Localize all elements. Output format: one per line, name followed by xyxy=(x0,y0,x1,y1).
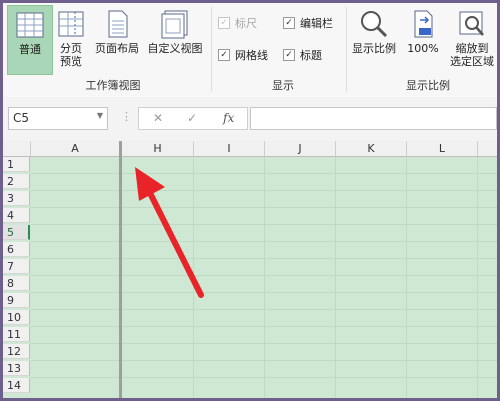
headings-label: 标题 xyxy=(300,49,322,62)
row-header[interactable]: 9 xyxy=(3,293,30,308)
ribbon-divider xyxy=(211,7,212,91)
column-header-h[interactable]: H xyxy=(122,141,194,157)
zoom-to-selection-button[interactable]: 缩放到 选定区域 xyxy=(449,5,495,73)
name-box-value: C5 xyxy=(13,111,30,125)
insert-function-icon[interactable]: fx xyxy=(223,111,234,125)
row-header[interactable]: 10 xyxy=(3,310,30,325)
ribbon-divider xyxy=(346,7,347,91)
gridlines-check-icon: ✓ xyxy=(218,49,230,61)
page-layout-icon xyxy=(102,9,132,39)
zoom-100-label: 100% xyxy=(407,42,439,55)
headings-checkbox[interactable]: ✓ 标题 xyxy=(283,47,322,63)
zoom-button[interactable]: 显示比例 xyxy=(349,5,399,73)
custom-views-button[interactable]: 自定义视图 xyxy=(143,5,207,73)
ruler-check-icon: ✓ xyxy=(218,17,230,29)
row-header[interactable]: 1 xyxy=(3,157,30,172)
column-gridline xyxy=(477,157,478,398)
page-layout-label: 页面布局 xyxy=(95,42,139,55)
formula-bar-checkbox[interactable]: ✓ 编辑栏 xyxy=(283,15,333,31)
formula-bar-area: C5 ▼ ⋮ ✕ ✓ fx xyxy=(3,97,497,141)
show-group-label: 显示 xyxy=(272,79,294,92)
page-break-preview-label: 分页 预览 xyxy=(60,42,82,68)
enter-icon[interactable]: ✓ xyxy=(187,111,197,125)
gridlines-label: 网格线 xyxy=(235,49,268,62)
magnifier-icon xyxy=(359,9,389,39)
ruler-checkbox[interactable]: ✓ 标尺 xyxy=(218,15,257,31)
zoom-group-label: 显示比例 xyxy=(406,79,450,92)
formula-buttons: ✕ ✓ fx xyxy=(138,107,248,130)
row-header[interactable]: 3 xyxy=(3,191,30,206)
formula-bar-check-icon: ✓ xyxy=(283,17,295,29)
gridlines-checkbox[interactable]: ✓ 网格线 xyxy=(218,47,268,63)
formula-bar-label: 编辑栏 xyxy=(300,17,333,30)
excel-window: 普通 分页 预览 页面布局 自定义视图 工作簿视图 ✓ 标尺 ✓ 编辑栏 ✓ 网… xyxy=(3,3,497,398)
zoom-label: 显示比例 xyxy=(352,42,396,55)
column-gridline xyxy=(264,157,265,398)
column-header-k[interactable]: K xyxy=(336,141,407,157)
column-header-l[interactable]: L xyxy=(407,141,478,157)
view-ribbon: 普通 分页 预览 页面布局 自定义视图 工作簿视图 ✓ 标尺 ✓ 编辑栏 ✓ 网… xyxy=(3,3,497,98)
formula-input[interactable] xyxy=(250,107,497,130)
row-header[interactable]: 4 xyxy=(3,208,30,223)
workbook-views-group-label: 工作簿视图 xyxy=(85,79,141,92)
column-gridline xyxy=(335,157,336,398)
row-header[interactable]: 11 xyxy=(3,327,30,342)
zoom-100-button[interactable]: 100% xyxy=(403,5,443,73)
row-header[interactable]: 2 xyxy=(3,174,30,189)
zoom-100-icon xyxy=(408,9,438,39)
row-header[interactable]: 13 xyxy=(3,361,30,376)
headings-check-icon: ✓ xyxy=(283,49,295,61)
worksheet-grid[interactable]: A H I J K L 1 2 3 4 5 6 7 8 9 10 11 12 1… xyxy=(3,141,497,398)
column-header-overflow xyxy=(478,141,497,157)
custom-views-label: 自定义视图 xyxy=(147,42,203,55)
normal-view-button[interactable]: 普通 xyxy=(7,5,53,75)
row-header[interactable]: 7 xyxy=(3,259,30,274)
column-header-i[interactable]: I xyxy=(194,141,265,157)
row-header[interactable]: 8 xyxy=(3,276,30,291)
row-header[interactable]: 6 xyxy=(3,242,30,257)
normal-view-icon xyxy=(15,10,45,40)
zoom-to-selection-icon xyxy=(457,9,487,39)
normal-view-label: 普通 xyxy=(19,43,41,56)
page-layout-button[interactable]: 页面布局 xyxy=(91,5,143,73)
column-header-a[interactable]: A xyxy=(31,141,120,157)
ruler-label: 标尺 xyxy=(235,17,257,30)
drag-handle-icon[interactable]: ⋮ xyxy=(121,110,132,123)
row-header[interactable]: 12 xyxy=(3,344,30,359)
page-break-preview-icon xyxy=(56,9,86,39)
column-gridline xyxy=(406,157,407,398)
select-all-corner[interactable] xyxy=(3,141,31,157)
zoom-to-selection-label: 缩放到 选定区域 xyxy=(450,42,494,68)
name-box[interactable]: C5 ▼ xyxy=(8,107,108,130)
red-arrow-annotation xyxy=(135,167,204,298)
row-header[interactable]: 14 xyxy=(3,378,30,393)
freeze-pane-divider[interactable] xyxy=(119,141,122,398)
cancel-icon[interactable]: ✕ xyxy=(153,111,163,125)
page-break-preview-button[interactable]: 分页 预览 xyxy=(53,5,89,73)
custom-views-icon xyxy=(160,9,190,39)
column-header-j[interactable]: J xyxy=(265,141,336,157)
row-header-selected[interactable]: 5 xyxy=(3,225,30,240)
chevron-down-icon[interactable]: ▼ xyxy=(97,111,103,120)
